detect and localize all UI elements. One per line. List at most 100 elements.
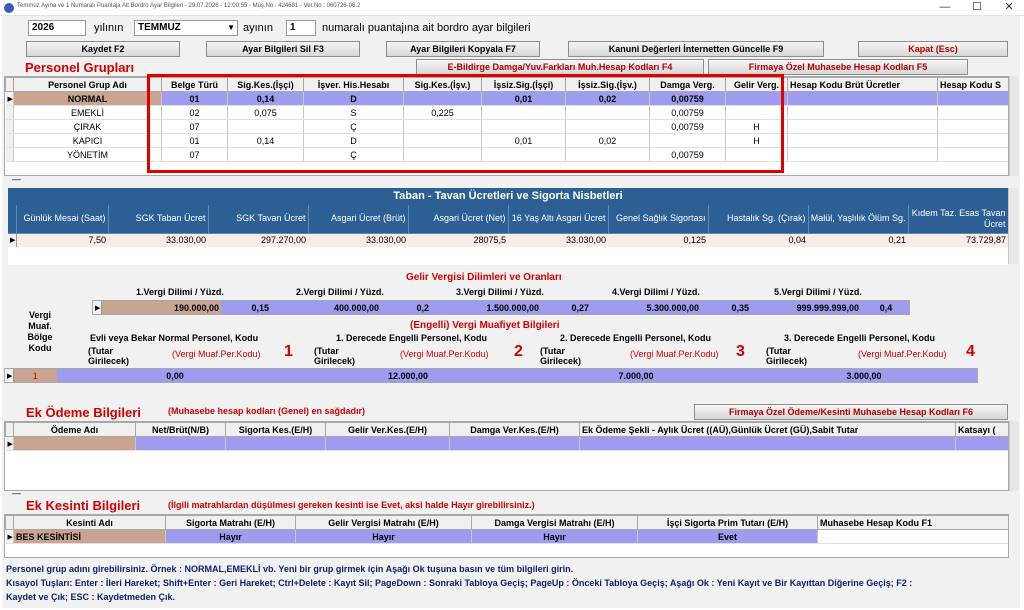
col-header[interactable]: Damga Vergisi Matrahı (E/H)	[471, 515, 638, 530]
grid-cell[interactable]: BES KESİNTİSİ	[13, 529, 166, 544]
grid-cell[interactable]: 0,00	[57, 369, 293, 382]
grid-cell[interactable]: NORMAL	[13, 91, 162, 106]
chevron-down-icon[interactable]: ▼	[227, 21, 235, 35]
grid-cell[interactable]: ÇIRAK	[13, 119, 162, 134]
tutar-label-1: (Tutar Girilecek)	[88, 346, 130, 366]
delete-settings-button[interactable]: Ayar Bilgileri Sil F3	[206, 41, 360, 57]
month-value: TEMMUZ	[138, 22, 181, 33]
grid-cell[interactable]: 33.030,00	[108, 233, 208, 247]
footer-line-3: Kaydet ve Çık; ESC : Kaydetmeden Çık.	[6, 592, 176, 602]
ebildirge-button[interactable]: E-Bildirge Damga/Yuv.Farkları Muh.Hesap …	[416, 59, 704, 75]
grid-cell[interactable]: Hayır	[165, 529, 296, 544]
grid-cell[interactable]: 73.729,87	[908, 233, 1008, 247]
ekkesinti-note: (İlgili matrahlardan düşülmesi gereken k…	[168, 500, 535, 510]
col-header[interactable]: Katsayı (	[955, 422, 1008, 437]
highlight-box	[147, 74, 784, 173]
grid-cell[interactable]: 5.300.000,00	[591, 301, 701, 314]
grid-cell[interactable]: 999.999.999,00	[751, 301, 861, 314]
maximize-button[interactable]: ☐	[962, 0, 992, 16]
col-header[interactable]: Muhasebe Hesap Kodu F1	[817, 515, 1008, 530]
copy-settings-button[interactable]: Ayar Bilgileri Kopyala F7	[386, 41, 540, 57]
col-header[interactable]: Kesinti Adı	[13, 515, 166, 530]
gelir-header-5: 5.Vergi Dilimi / Yüzd.	[774, 287, 862, 297]
grid-cell[interactable]: Hayır	[471, 529, 638, 544]
grid-cell[interactable]: 12.000,00	[293, 369, 523, 382]
col-header[interactable]: Personel Grup Adı	[13, 77, 162, 92]
title-bar: Temmuz Ayına ve 1 Numaralı Puantaja Ait …	[0, 0, 1024, 16]
grid-cell[interactable]: 1	[13, 369, 57, 382]
minimize-button[interactable]: —	[930, 0, 960, 16]
grid-cell[interactable]	[817, 529, 1008, 544]
grid-cell[interactable]: EMEKLİ	[13, 105, 162, 120]
gelir-title: Gelir Vergisi Dilimleri ve Oranları	[406, 272, 562, 283]
puantaj-label: numaralı puantajına ait bordro ayar bilg…	[322, 22, 531, 34]
col-header[interactable]: Asgari Ücret (Net)	[408, 205, 509, 234]
col-header[interactable]: Kıdem Taz. Esas Tavan Ücret	[908, 205, 1008, 234]
grid-cell[interactable]: 33.030,00	[508, 233, 608, 247]
grid-cell[interactable]: 0,2	[381, 301, 431, 314]
save-button[interactable]: Kaydet F2	[26, 41, 180, 57]
firm-accounts-button[interactable]: Firmaya Özel Muhasebe Hesap Kodları F5	[708, 59, 968, 75]
col-header[interactable]: Sigorta Kes.(E/H)	[225, 422, 326, 437]
col-header[interactable]: Gelir Ver.Kes.(E/H)	[325, 422, 450, 437]
col-header[interactable]: Malül, Yaşlılık Ölüm Sg.	[808, 205, 909, 234]
col-header[interactable]: Gelir Vergisi Matrahı (E/H)	[295, 515, 472, 530]
grid-cell[interactable]: KAPICI	[13, 133, 162, 148]
grid-cell[interactable]: 0,4	[861, 301, 909, 314]
gelir-header-3: 3.Vergi Dilimi / Yüzd.	[456, 287, 544, 297]
grid-cell[interactable]: 33.030,00	[308, 233, 408, 247]
col-header[interactable]: Asgari Ücret (Brüt)	[308, 205, 409, 234]
col-header[interactable]: Genel Sağlık Sigortası	[608, 205, 709, 234]
col-header[interactable]: Ödeme Adı	[13, 422, 136, 437]
grid-cell[interactable]: 0,21	[808, 233, 908, 247]
grid-cell[interactable]: 7.000,00	[523, 369, 749, 382]
grid-cell[interactable]: 28075,5	[408, 233, 508, 247]
month-select[interactable]: TEMMUZ ▼	[134, 20, 238, 36]
grid-cell[interactable]: 0,35	[701, 301, 751, 314]
col-header[interactable]: İşçi Sigorta Prim Tutarı (E/H)	[637, 515, 818, 530]
muaf-label-3: (Vergi Muaf.Per.Kodu)	[630, 349, 719, 359]
grid-cell[interactable]: 0,15	[221, 301, 271, 314]
taban-scrollbar[interactable]	[1008, 188, 1018, 264]
col-header[interactable]: Sigorta Matrahı (E/H)	[165, 515, 296, 530]
col-header[interactable]: Net/Brüt(N/B)	[135, 422, 226, 437]
update-legal-values-button[interactable]: Kanuni Değerleri İnternetten Güncelle F9	[568, 41, 824, 57]
footer-line-2: Kısayol Tuşları: Enter : İleri Hareket; …	[6, 578, 913, 588]
close-window-button[interactable]: ✕	[994, 0, 1024, 16]
col-header[interactable]: Hesap Kodu Brüt Ücretler	[787, 77, 938, 92]
grid-cell[interactable]: Hayır	[295, 529, 472, 544]
personel-scrollbar[interactable]	[1009, 76, 1019, 176]
col-header[interactable]: Hesap Kodu S	[937, 77, 1008, 92]
year-input[interactable]: 2026	[28, 20, 86, 36]
grid-cell[interactable]: YÖNETİM	[13, 147, 162, 162]
grid-cell[interactable]: 3.000,00	[749, 369, 977, 382]
grid-cell[interactable]: Evet	[637, 529, 818, 544]
grid-cell[interactable]: 0,125	[608, 233, 708, 247]
gelir-row[interactable]: ▶ 190.000,00 0,15 400.000,00 0,2 1.500.000,0…	[92, 300, 910, 315]
col-header[interactable]: Günlük Mesai (Saat)	[16, 205, 109, 234]
table-row[interactable]: ▶	[5, 436, 1008, 451]
engelli-row[interactable]: ▶ 1 0,00 12.000,00 7.000,00 3.000,00	[4, 368, 978, 383]
engelli-head-2: 1. Derecede Engelli Personel, Kodu	[336, 333, 488, 343]
ekodeme-scrollbar[interactable]	[1009, 421, 1019, 491]
col-header[interactable]: Ek Ödeme Şekli - Aylık Ücret ((AÜ),Günlü…	[579, 422, 956, 437]
close-button[interactable]: Kapat (Esc)	[858, 41, 1008, 57]
grid-cell[interactable]: 190.000,00	[101, 301, 221, 314]
col-header[interactable]: SGK Tavan Ücret	[208, 205, 309, 234]
grid-cell[interactable]: 7,50	[16, 233, 108, 247]
puantaj-number-input[interactable]: 1	[286, 20, 316, 36]
grid-cell[interactable]: 1.500.000,00	[431, 301, 541, 314]
grid-cell[interactable]: 297.270,00	[208, 233, 308, 247]
col-header[interactable]: Hastalık Sg. (Çırak)	[708, 205, 809, 234]
engelli-head-4: 3. Derecede Engelli Personel, Kodu	[784, 333, 936, 343]
grid-cell[interactable]: 0,27	[541, 301, 591, 314]
table-row[interactable]: ▶ 7,50 33.030,00 297.270,00 33.030,00 28075,…	[8, 233, 1008, 247]
firm-payments-button[interactable]: Firmaya Özel Ödeme/Kesinti Muhasebe Hesa…	[694, 404, 1008, 420]
col-header[interactable]: Damga Ver.Kes.(E/H)	[449, 422, 580, 437]
grid-cell[interactable]: 400.000,00	[271, 301, 381, 314]
col-header[interactable]: 16 Yaş Altı Asgari Ücret	[508, 205, 609, 234]
col-header[interactable]: SGK Taban Ücret	[108, 205, 209, 234]
table-row[interactable]: ▶ BES KESİNTİSİ Hayır Hayır Hayır Evet	[5, 529, 1008, 544]
app-icon	[4, 3, 14, 13]
grid-cell[interactable]: 0,04	[708, 233, 808, 247]
